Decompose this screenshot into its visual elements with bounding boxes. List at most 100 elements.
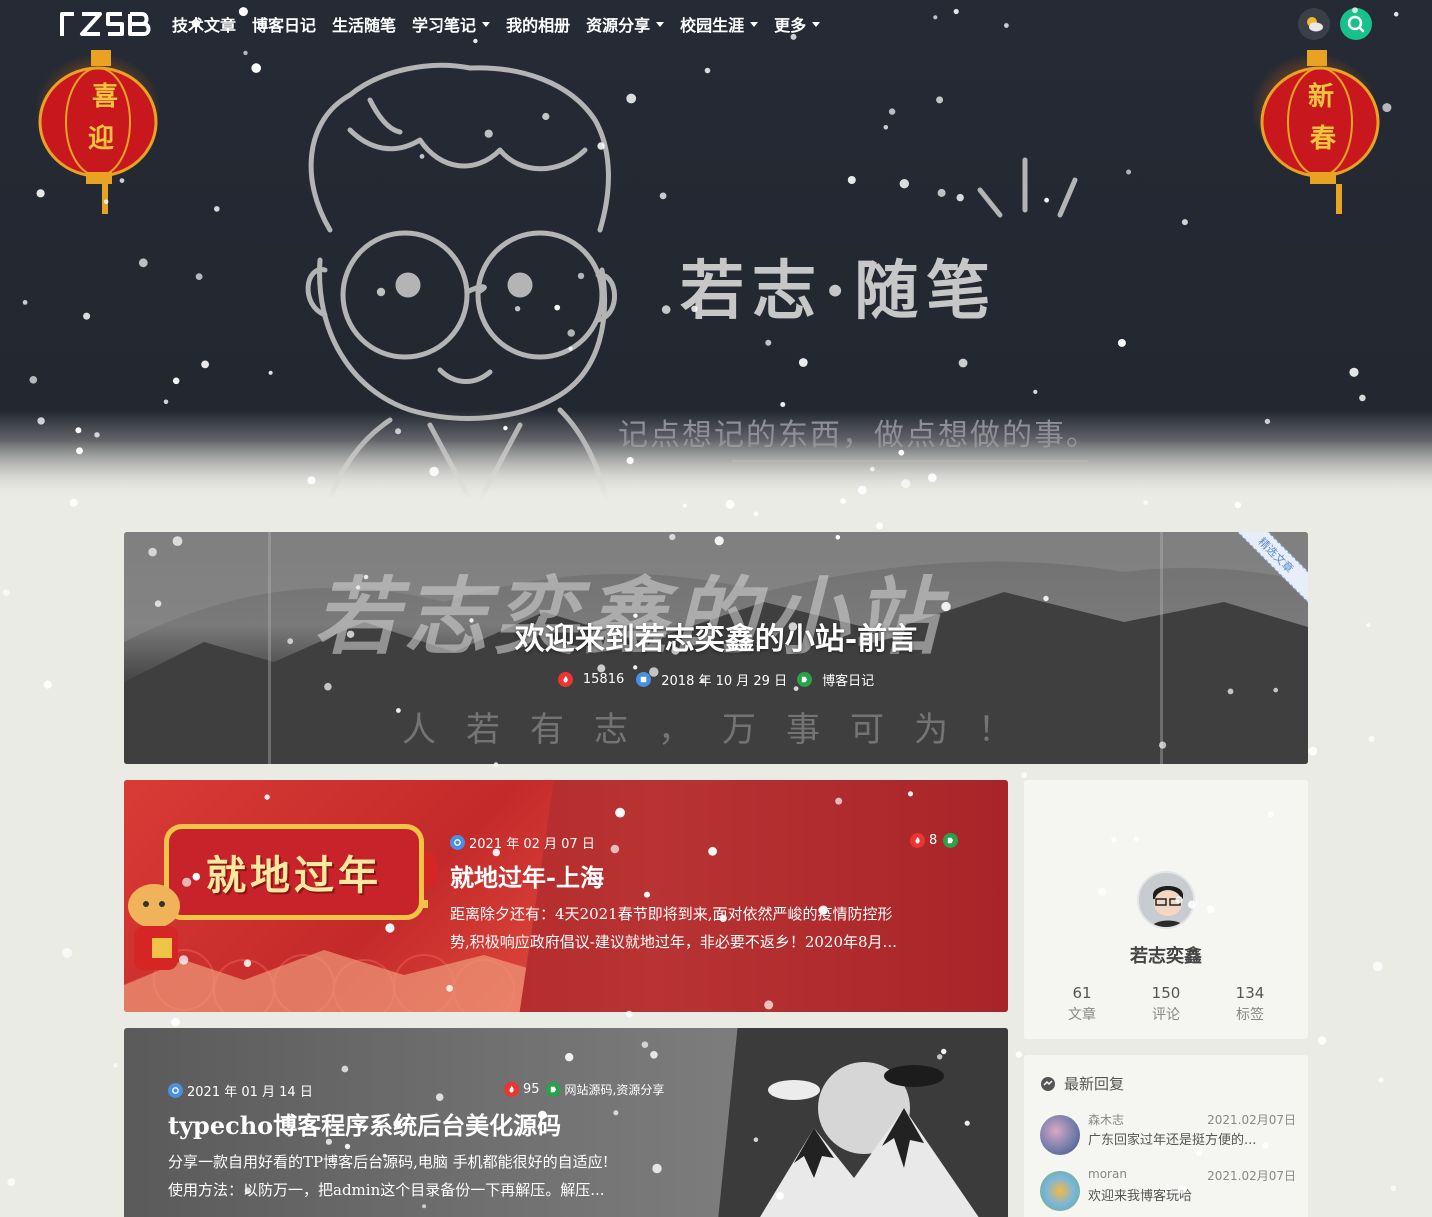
chevron-down-icon xyxy=(656,21,665,27)
stat-articles[interactable]: 61 文章 xyxy=(1040,984,1124,1024)
clock-icon xyxy=(168,1083,183,1098)
post-date: 2021 年 01 月 14 日 xyxy=(168,1081,313,1100)
reply-date: 2021.02月07日 xyxy=(1207,1113,1296,1127)
snowflake xyxy=(1308,746,1318,756)
tag-icon xyxy=(797,672,813,687)
featured-date: 2018 年 10 月 29 日 xyxy=(661,674,788,689)
snowflake xyxy=(1368,736,1375,742)
nav-item-blog-diary[interactable]: 博客日记 xyxy=(252,12,316,36)
reply-date: 2021.02月07日 xyxy=(1207,1169,1296,1183)
nav-item-resources[interactable]: 资源分享 xyxy=(586,12,665,36)
reply-author: 森木志 xyxy=(1088,1113,1125,1127)
featured-title[interactable]: 欢迎来到若志奕鑫的小站-前言 xyxy=(124,614,1308,658)
lantern-char: 春 xyxy=(1310,124,1337,154)
snowflake xyxy=(43,680,52,689)
snowflake xyxy=(1366,623,1371,628)
post-stats: 8 xyxy=(910,833,962,848)
snowflake xyxy=(1234,501,1242,509)
reply-item[interactable]: 森木志 2021.02月07日 广东回家过年还是挺方便的... xyxy=(1040,1111,1296,1157)
fire-icon xyxy=(557,672,573,687)
avatar xyxy=(1040,1115,1080,1155)
search-icon xyxy=(1347,15,1365,33)
snowflake xyxy=(7,1178,16,1186)
profile-name[interactable]: 若志奕鑫 xyxy=(1024,942,1308,968)
lantern-right-decoration: 新 春 xyxy=(1252,40,1392,220)
lantern-left-decoration: 喜 迎 xyxy=(36,40,176,220)
post-card[interactable]: 就地过年 2021 年 02 月 07 日 8 就地过年-上海 距离除夕还有：4… xyxy=(124,780,1008,1012)
fire-icon xyxy=(910,833,925,848)
snowflake xyxy=(725,499,735,509)
post-views: 95 xyxy=(523,1082,540,1097)
stat-tags[interactable]: 134 标签 xyxy=(1208,984,1292,1024)
chat-icon xyxy=(1041,1076,1055,1091)
nav-item-campus[interactable]: 校园生涯 xyxy=(680,12,759,36)
weather-theme-icon xyxy=(1307,17,1323,32)
reply-text: 欢迎来我博客玩哈 xyxy=(1088,1189,1193,1204)
reply-item[interactable]: moran 2021.02月07日 欢迎来我博客玩哈 xyxy=(1040,1167,1296,1213)
post-thumbnail[interactable]: 就地过年 xyxy=(124,780,554,1012)
post-title[interactable]: 就地过年-上海 xyxy=(450,858,604,893)
featured-views: 15816 xyxy=(582,672,625,687)
theme-toggle-button[interactable] xyxy=(1298,8,1330,40)
snowflake xyxy=(113,1063,118,1068)
fire-icon xyxy=(504,1082,519,1097)
ox-mascot-illustration xyxy=(128,884,180,970)
snowflake xyxy=(1021,772,1027,778)
post-excerpt: 分享一款自用好看的TP博客后台源码,电脑 手机都能很好的自适应! 使用方法：以防… xyxy=(168,1153,609,1199)
post-excerpt: 距离除夕还有：4天2021春节即将到来,面对依然严峻的疫情防控形 势,积极响应政… xyxy=(450,905,897,951)
tag-icon xyxy=(545,1082,561,1097)
nav-item-life-notes[interactable]: 生活随笔 xyxy=(332,12,396,36)
snowflake xyxy=(1390,1185,1397,1192)
profile-stats: 61 文章 150 评论 134 标签 xyxy=(1040,984,1292,1024)
lantern-char: 喜 xyxy=(92,82,119,112)
snowflake xyxy=(2,589,10,596)
snowflake xyxy=(682,503,687,508)
snowflake xyxy=(1378,1077,1384,1083)
hero-banner: 若志·随笔 记点想记的东西，做点想做的事。 喜 迎 新 春 xyxy=(0,0,1432,500)
post-views: 8 xyxy=(929,833,938,848)
lantern-char: 新 xyxy=(1308,82,1335,112)
featured-motto: 人若有志，万事可为！ xyxy=(402,710,1042,750)
post-tags[interactable]: 网站源码,资源分享 xyxy=(565,1081,665,1098)
snowflake xyxy=(753,511,759,517)
post-thumbnail[interactable] xyxy=(714,1028,1008,1217)
top-navbar: 技术文章 博客日记 生活随笔 学习笔记 我的相册 资源分享 校园生涯 更多 xyxy=(0,0,1432,48)
reply-text: 广东回家过年还是挺方便的... xyxy=(1088,1133,1257,1148)
snowflake xyxy=(1317,1036,1327,1045)
reply-author: moran xyxy=(1088,1167,1127,1181)
post-thumbnail-banner: 就地过年 xyxy=(164,824,424,920)
nav-item-more[interactable]: 更多 xyxy=(774,12,821,36)
chevron-down-icon xyxy=(750,21,759,27)
post-stats: 95 网站源码,资源分享 xyxy=(504,1081,664,1098)
clock-icon xyxy=(450,835,465,850)
nav-item-study-notes[interactable]: 学习笔记 xyxy=(412,12,491,36)
lantern-char: 迎 xyxy=(88,124,115,154)
featured-meta: 15816 2018 年 10 月 29 日 博客日记 xyxy=(124,670,1308,689)
post-card[interactable]: 2021 年 01 月 14 日 95 网站源码,资源分享 typecho博客程… xyxy=(124,1028,1008,1217)
calendar-icon xyxy=(636,672,652,687)
snowflake xyxy=(1372,961,1383,972)
snowflake xyxy=(876,522,883,530)
chevron-down-icon xyxy=(812,21,821,27)
snowflake xyxy=(1015,1051,1022,1058)
nav-item-tech-articles[interactable]: 技术文章 xyxy=(172,12,236,36)
post-title[interactable]: typecho博客程序系统后台美化源码 xyxy=(168,1106,561,1141)
snowflake xyxy=(62,947,73,958)
chevron-down-icon xyxy=(482,21,491,27)
avatar[interactable] xyxy=(1137,871,1195,929)
featured-category[interactable]: 博客日记 xyxy=(822,670,874,689)
snowflake xyxy=(171,1017,181,1027)
nav-item-my-album[interactable]: 我的相册 xyxy=(506,12,570,36)
avatar xyxy=(1040,1171,1080,1211)
stat-comments[interactable]: 150 评论 xyxy=(1124,984,1208,1024)
replies-heading: 最新回复 xyxy=(1040,1073,1124,1094)
profile-widget: 若志奕鑫 61 文章 150 评论 134 标签 xyxy=(1024,780,1308,1039)
snowflake xyxy=(1143,500,1148,505)
featured-post-card[interactable]: 若志奕鑫的小站 人若有志，万事可为！ 欢迎来到若志奕鑫的小站-前言 15816 … xyxy=(124,532,1308,764)
main-nav: 技术文章 博客日记 生活随笔 学习笔记 我的相册 资源分享 校园生涯 更多 xyxy=(172,12,836,36)
tag-icon[interactable] xyxy=(943,833,959,848)
latest-replies-widget: 最新回复 森木志 2021.02月07日 广东回家过年还是挺方便的... mor… xyxy=(1024,1055,1308,1217)
site-logo[interactable] xyxy=(58,10,152,38)
search-button[interactable] xyxy=(1340,8,1372,40)
hero-title: 若志·随笔 xyxy=(680,254,999,329)
